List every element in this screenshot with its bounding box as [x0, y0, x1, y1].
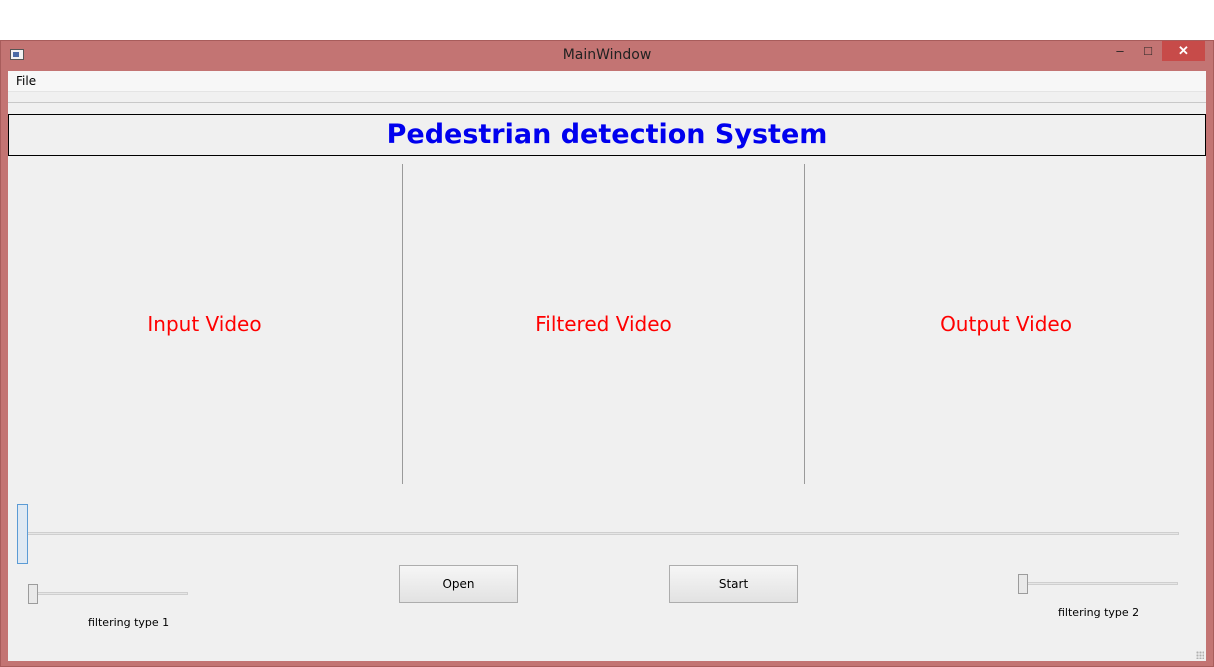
playback-slider-track[interactable]	[18, 532, 1179, 535]
menu-bar: File	[8, 71, 1206, 92]
resize-grip-icon[interactable]	[1196, 651, 1204, 659]
filter2-slider-handle[interactable]	[1018, 574, 1028, 594]
title-bar[interactable]: MainWindow – □ ✕	[1, 41, 1213, 71]
menu-item-file[interactable]: File	[16, 74, 36, 88]
filter2-label: filtering type 2	[1058, 606, 1140, 619]
open-button[interactable]: Open	[399, 565, 518, 603]
page-title: Pedestrian detection System	[8, 114, 1206, 156]
filter1-label: filtering type 1	[88, 616, 170, 629]
filter1-slider-handle[interactable]	[28, 584, 38, 604]
client-area: File Pedestrian detection System Input V…	[8, 71, 1206, 661]
filtered-video-panel: Filtered Video	[402, 164, 804, 484]
output-video-label: Output Video	[940, 312, 1072, 336]
close-button[interactable]: ✕	[1162, 41, 1205, 61]
window-title: MainWindow	[562, 47, 652, 63]
toolbar	[8, 92, 1206, 103]
minimize-button[interactable]: –	[1107, 41, 1133, 61]
main-window: MainWindow – □ ✕ File Pedestrian detecti…	[0, 40, 1214, 667]
start-button[interactable]: Start	[669, 565, 798, 603]
input-video-panel: Input Video	[8, 164, 401, 484]
filtered-video-label: Filtered Video	[535, 312, 672, 336]
filter2-slider-track[interactable]	[1020, 582, 1178, 585]
output-video-panel: Output Video	[804, 164, 1207, 484]
filter1-slider-track[interactable]	[30, 592, 188, 595]
input-video-label: Input Video	[147, 312, 262, 336]
playback-slider-handle[interactable]	[17, 504, 28, 564]
maximize-button[interactable]: □	[1135, 41, 1161, 61]
